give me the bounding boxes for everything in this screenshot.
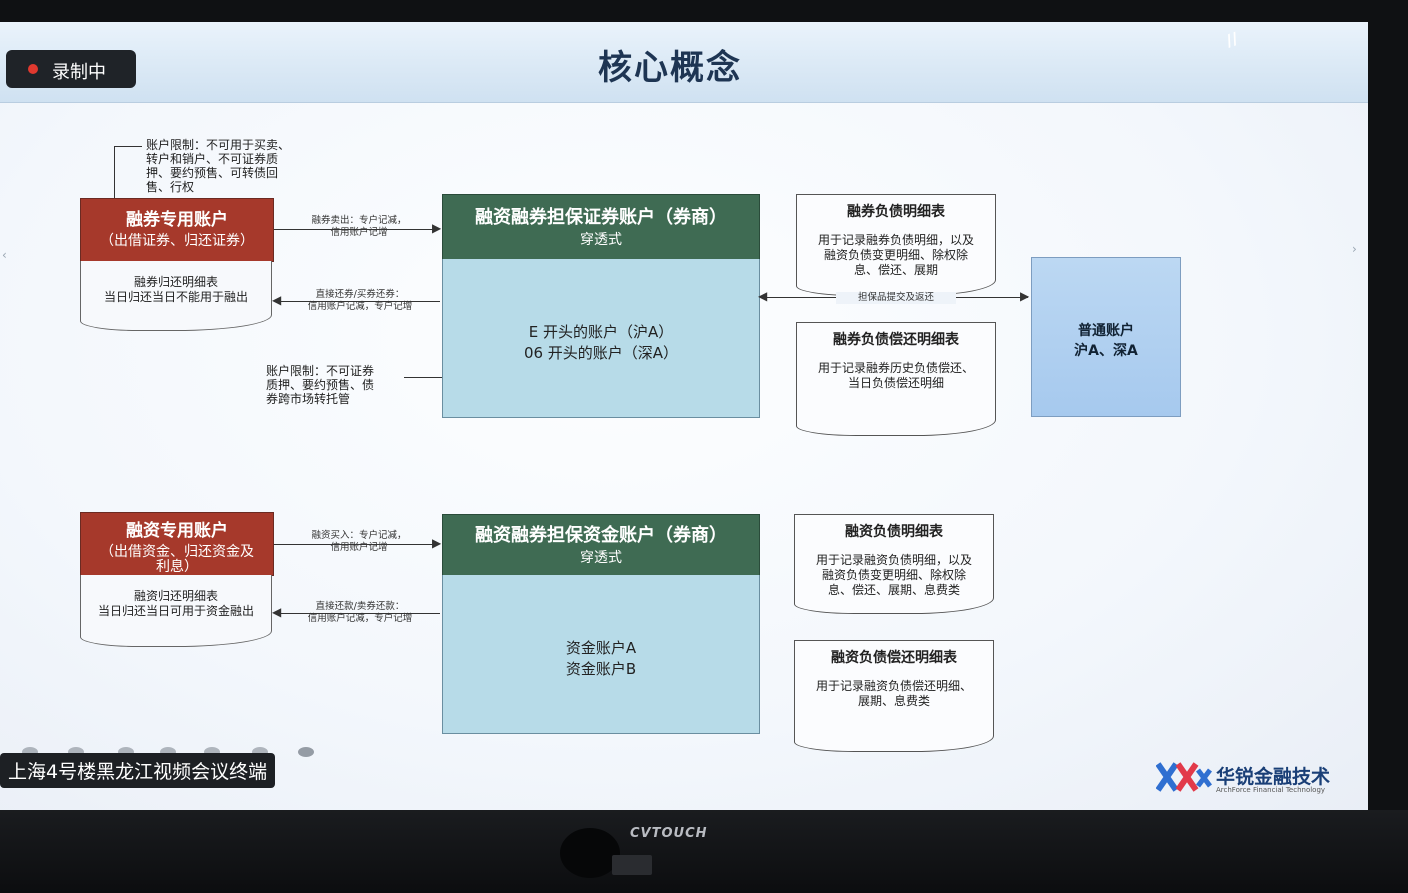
normal-account: 普通账户 沪A、深A [1031, 257, 1181, 417]
finance-buy-label: 融资买入：专户记减， 信用账户记增 [311, 530, 407, 553]
archforce-logo-icon [1155, 762, 1212, 792]
more-icon[interactable] [298, 747, 314, 757]
securities-return-doc: 融券归还明细表 当日归还当日不能用于融出 [80, 261, 272, 331]
securities-repay-doc: 融券负债偿还明细表 用于记录融券历史负债偿还、 当日负债偿还明细 [796, 322, 996, 436]
company-logo: 华锐金融技术 ArchForce Financial Technology [1155, 760, 1330, 798]
arrow-line-right [274, 544, 434, 545]
securities-sell-label: 融券卖出：专户记减， 信用账户记增 [311, 215, 407, 238]
title-bar: 核心概念 // [0, 22, 1368, 103]
monitor-bezel-top [0, 0, 1408, 22]
monitor-bezel-right [1368, 0, 1408, 810]
arrow-left-icon: ◀ [758, 289, 768, 303]
recording-label: 录制中 [52, 62, 106, 83]
finance-collateral-account-body: 资金账户A 资金账户B [442, 575, 760, 734]
arrow-right-icon: ▶ [1020, 289, 1030, 303]
securities-collateral-account-body: E 开头的账户（沪A） 06 开头的账户（深A） [442, 259, 760, 418]
connector-line [114, 146, 115, 198]
restriction-note-top: 账户限制：不可用于买卖、 转户和销户、不可证券质 押、要约预售、可转债回 售、行… [146, 138, 291, 194]
page-title: 核心概念 [598, 48, 742, 88]
connector-line [114, 146, 142, 147]
arrow-left-icon: ◀ [272, 293, 282, 307]
arrow-line-right [274, 229, 434, 230]
arrow-left-icon: ◀ [272, 605, 282, 619]
securities-collateral-account-header: 融资融券担保证券账户（券商） 穿透式 [442, 194, 760, 260]
next-slide-icon[interactable]: › [1352, 242, 1357, 256]
arrow-right-icon: ▶ [432, 221, 442, 235]
prev-slide-icon[interactable]: ‹ [2, 248, 7, 262]
webcam-icon [560, 828, 620, 878]
monitor-brand: CVTOUCH [630, 826, 708, 841]
arrow-right-icon: ▶ [432, 536, 442, 550]
monitor-bezel-bottom [0, 810, 1408, 893]
presentation-screen: 核心概念 // 录制中 ‹ › 账户限制：不可用于买卖、 转户和销户、不可证券质… [0, 22, 1368, 810]
securities-special-account: 融券专用账户 （出借证券、归还证券） [80, 198, 274, 262]
terminal-label: 上海4号楼黑龙江视频会议终端 [0, 753, 276, 788]
bezel-sticker [612, 855, 652, 875]
finance-debt-doc: 融资负债明细表 用于记录融资负债明细，以及 融资负债变更明细、除权除 息、偿还、… [794, 514, 994, 614]
recording-badge[interactable]: 录制中 [6, 50, 136, 88]
restriction-note-bottom: 账户限制：不可证券 质押、要约预售、债 券跨市场转托管 [266, 364, 375, 406]
transfer-label: 担保品提交及返还 [836, 292, 956, 304]
record-dot-icon [28, 64, 38, 74]
arrow-line-left [280, 301, 440, 302]
securities-debt-doc: 融券负债明细表 用于记录融券负债明细，以及 融资负债变更明细、除权除 息、偿还、… [796, 194, 996, 296]
arrow-line-left [280, 613, 440, 614]
finance-special-account: 融资专用账户 （出借资金、归还资金及 利息） [80, 512, 274, 576]
finance-return-doc: 融资归还明细表 当日归还当日可用于资金融出 [80, 575, 272, 647]
slash-icon: // [1223, 28, 1241, 51]
logo-english: ArchForce Financial Technology [1216, 786, 1326, 794]
finance-collateral-account-header: 融资融券担保资金账户（券商） 穿透式 [442, 514, 760, 576]
logo-name: 华锐金融技术 [1216, 766, 1331, 788]
finance-repay-doc: 融资负债偿还明细表 用于记录融资负债偿还明细、 展期、息费类 [794, 640, 994, 752]
connector-line [404, 377, 442, 378]
